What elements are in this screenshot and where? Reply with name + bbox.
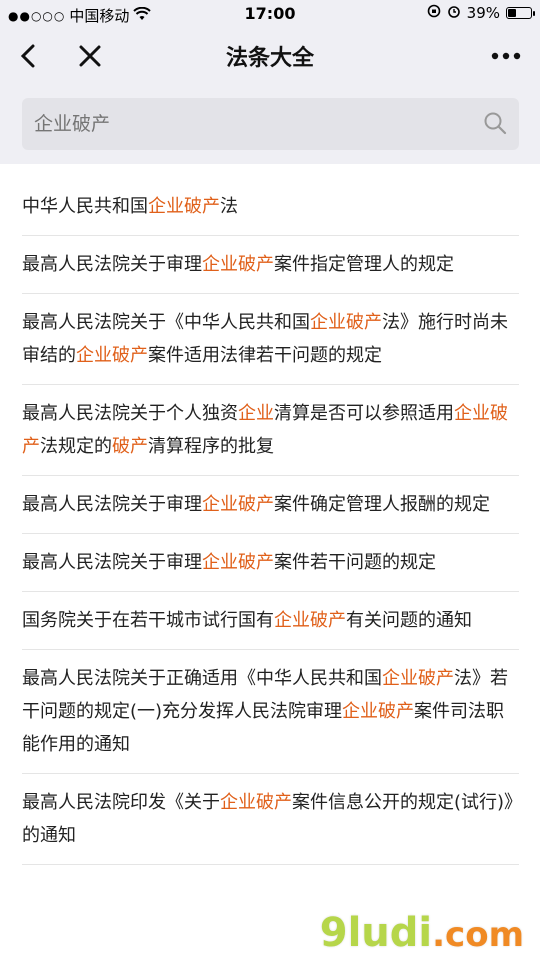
highlight-text: 企业破产	[202, 254, 274, 275]
list-item[interactable]: 中华人民共和国企业破产法	[22, 178, 519, 236]
list-item[interactable]: 最高人民法院关于审理企业破产案件若干问题的规定	[22, 534, 519, 592]
list-item[interactable]: 最高人民法院关于正确适用《中华人民共和国企业破产法》若干问题的规定(一)充分发挥…	[22, 650, 519, 774]
item-text: 案件适用法律若干问题的规定	[148, 345, 382, 366]
item-text: 法	[220, 196, 238, 217]
highlight-text: 企业破产	[342, 701, 415, 722]
item-text: 案件指定管理人的规定	[274, 254, 454, 275]
item-text: 清算是否可以参照适用	[274, 403, 454, 424]
highlight-text: 企业	[238, 403, 274, 424]
status-bar: ●●○○○ 中国移动 17:00 39%	[0, 0, 540, 28]
rotation-lock-icon	[427, 4, 441, 22]
alarm-icon	[447, 4, 461, 22]
item-text: 最高人民法院关于审理	[22, 552, 202, 573]
search-icon[interactable]	[483, 111, 507, 135]
highlight-text: 企业破产	[202, 494, 274, 515]
search-input[interactable]	[34, 113, 454, 135]
item-text: 最高人民法院关于个人独资	[22, 403, 238, 424]
highlight-text: 企业破产	[76, 345, 148, 366]
search-area	[0, 84, 540, 164]
watermark-tld: .com	[432, 915, 524, 955]
page-title: 法条大全	[225, 46, 314, 71]
item-text: 清算程序的批复	[148, 436, 274, 457]
item-text: 最高人民法院关于审理	[22, 254, 202, 275]
item-text: 国务院关于在若干城市试行国有	[22, 610, 274, 631]
watermark-logo: 9ludi.com	[320, 910, 524, 956]
highlight-text: 企业破产	[220, 792, 292, 813]
item-text: 案件若干问题的规定	[274, 552, 436, 573]
list-item[interactable]: 最高人民法院关于个人独资企业清算是否可以参照适用企业破产法规定的破产清算程序的批…	[22, 385, 519, 476]
item-text: 有关问题的通知	[346, 610, 472, 631]
item-text: 中华人民共和国	[22, 196, 148, 217]
more-button[interactable]	[486, 36, 526, 76]
list-item[interactable]: 最高人民法院关于审理企业破产案件指定管理人的规定	[22, 236, 519, 294]
status-right: 39%	[427, 4, 535, 22]
highlight-text: 破产	[112, 436, 148, 457]
battery-icon	[506, 7, 535, 19]
item-text: 最高人民法院印发《关于	[22, 792, 220, 813]
item-text: 最高人民法院关于正确适用《中华人民共和国	[22, 668, 382, 689]
item-text: 最高人民法院关于《中华人民共和国	[22, 312, 310, 333]
highlight-text: 企业破产	[202, 552, 274, 573]
item-text: 法规定的	[40, 436, 112, 457]
highlight-text: 企业破产	[148, 196, 220, 217]
more-icon	[491, 52, 521, 60]
battery-percent: 39%	[466, 4, 500, 22]
highlight-text: 企业破产	[382, 668, 454, 689]
item-text: 案件确定管理人报酬的规定	[274, 494, 490, 515]
result-list: 中华人民共和国企业破产法 最高人民法院关于审理企业破产案件指定管理人的规定 最高人民…	[0, 178, 540, 865]
navigation-bar: 法条大全	[0, 28, 540, 84]
watermark-brand: 9ludi	[319, 910, 433, 956]
list-item[interactable]: 最高人民法院关于审理企业破产案件确定管理人报酬的规定	[22, 476, 519, 534]
list-item[interactable]: 国务院关于在若干城市试行国有企业破产有关问题的通知	[22, 592, 519, 650]
search-box[interactable]	[22, 98, 519, 150]
list-item[interactable]: 最高人民法院关于《中华人民共和国企业破产法》施行时尚未审结的企业破产案件适用法律…	[22, 294, 519, 385]
highlight-text: 企业破产	[310, 312, 382, 333]
list-item[interactable]: 最高人民法院印发《关于企业破产案件信息公开的规定(试行)》的通知	[22, 774, 519, 865]
highlight-text: 企业破产	[274, 610, 346, 631]
item-text: 最高人民法院关于审理	[22, 494, 202, 515]
